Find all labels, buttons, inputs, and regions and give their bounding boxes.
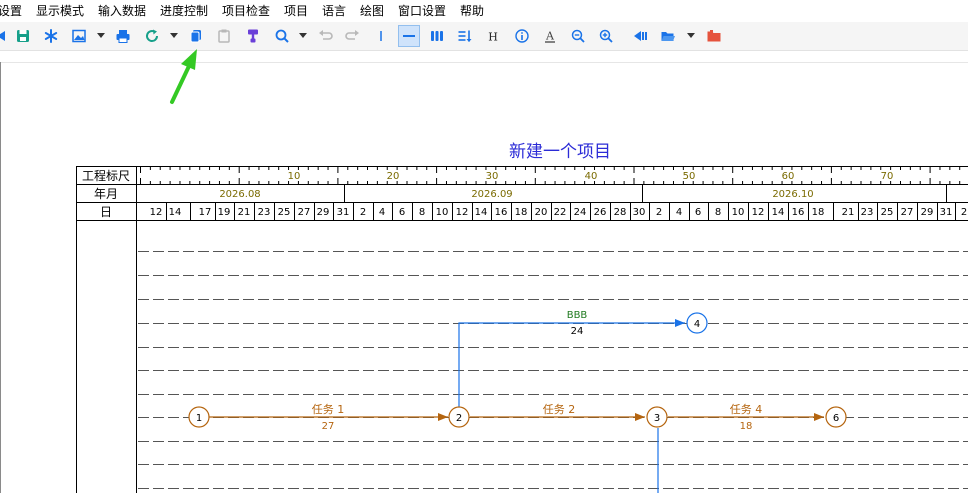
day-label: 29 <box>921 207 934 218</box>
day-label: 28 <box>614 207 627 218</box>
day-label: 14 <box>772 207 785 218</box>
day-label: 2 <box>656 207 662 218</box>
day-label: 17 <box>199 207 212 218</box>
day-label: 21 <box>238 207 251 218</box>
day-label: 23 <box>258 207 271 218</box>
ruler-number: 30 <box>486 171 499 182</box>
month-label: 2026.10 <box>772 189 813 200</box>
day-label: 16 <box>495 207 508 218</box>
month-dividers <box>344 184 947 203</box>
day-label: 25 <box>881 207 894 218</box>
annotation-arrow <box>170 49 197 104</box>
event-node-number: 2 <box>456 413 462 424</box>
day-labels: 12 14 17 19 21 23 25 27 29 31 2 4 6 8 10… <box>150 207 968 218</box>
task-bbb-name: BBB <box>567 310 588 321</box>
day-label: 8 <box>419 207 425 218</box>
day-label: 27 <box>901 207 914 218</box>
day-label: 27 <box>298 207 311 218</box>
event-node-2[interactable]: 2 <box>448 406 470 428</box>
task-4-name: 任务 4 <box>730 403 763 416</box>
day-label: 2 <box>961 207 967 218</box>
day-label: 24 <box>574 207 587 218</box>
day-label: 12 <box>150 207 163 218</box>
day-label: 10 <box>436 207 449 218</box>
event-node-number: 4 <box>694 319 700 330</box>
month-label: 2026.09 <box>471 189 512 200</box>
ruler-number: 50 <box>683 171 696 182</box>
day-label: 31 <box>940 207 953 218</box>
task-1-duration: 27 <box>322 421 335 432</box>
ruler-number: 10 <box>288 171 301 182</box>
day-label: 2 <box>360 207 366 218</box>
day-label: 30 <box>633 207 646 218</box>
day-label: 4 <box>676 207 682 218</box>
row-label-month: 年月 <box>94 187 118 201</box>
day-label: 21 <box>842 207 855 218</box>
ruler-ticks <box>140 167 961 184</box>
row-label-scale: 工程标尺 <box>82 168 130 183</box>
row-guide-lines <box>138 251 968 489</box>
day-label: 14 <box>475 207 488 218</box>
event-node-1[interactable]: 1 <box>188 406 210 428</box>
network-diagram: 工程标尺 年月 日 10 20 30 40 50 60 70 2026.08 2… <box>76 49 968 493</box>
day-label: 12 <box>752 207 765 218</box>
day-label: 18 <box>515 207 528 218</box>
day-label: 23 <box>861 207 874 218</box>
row-label-day: 日 <box>100 205 112 219</box>
ruler-number: 20 <box>387 171 400 182</box>
day-label: 22 <box>554 207 567 218</box>
event-node-number: 3 <box>654 413 660 424</box>
day-label: 12 <box>456 207 469 218</box>
ruler-number: 40 <box>585 171 598 182</box>
event-node-4[interactable]: 4 <box>686 312 708 334</box>
day-label: 8 <box>715 207 721 218</box>
day-label: 6 <box>399 207 405 218</box>
day-label: 6 <box>695 207 701 218</box>
ruler-number: 70 <box>881 171 894 182</box>
day-label: 20 <box>535 207 548 218</box>
day-label: 18 <box>812 207 825 218</box>
day-label: 31 <box>337 207 350 218</box>
ruler-number: 60 <box>782 171 795 182</box>
day-label: 26 <box>594 207 607 218</box>
day-label: 14 <box>169 207 182 218</box>
task-bbb-duration: 24 <box>571 326 584 337</box>
event-node-3[interactable]: 3 <box>646 406 668 428</box>
day-label: 4 <box>379 207 385 218</box>
task-2-name: 任务 2 <box>543 403 576 416</box>
day-label: 29 <box>317 207 330 218</box>
day-label: 19 <box>218 207 231 218</box>
day-label: 10 <box>732 207 745 218</box>
month-label: 2026.08 <box>219 189 260 200</box>
day-label: 16 <box>792 207 805 218</box>
day-label: 25 <box>278 207 291 218</box>
event-node-number: 1 <box>196 413 202 424</box>
task-4-duration: 18 <box>740 421 753 432</box>
task-1-name: 任务 1 <box>312 403 345 416</box>
event-node-number: 6 <box>833 413 839 424</box>
event-node-6[interactable]: 6 <box>825 406 847 428</box>
